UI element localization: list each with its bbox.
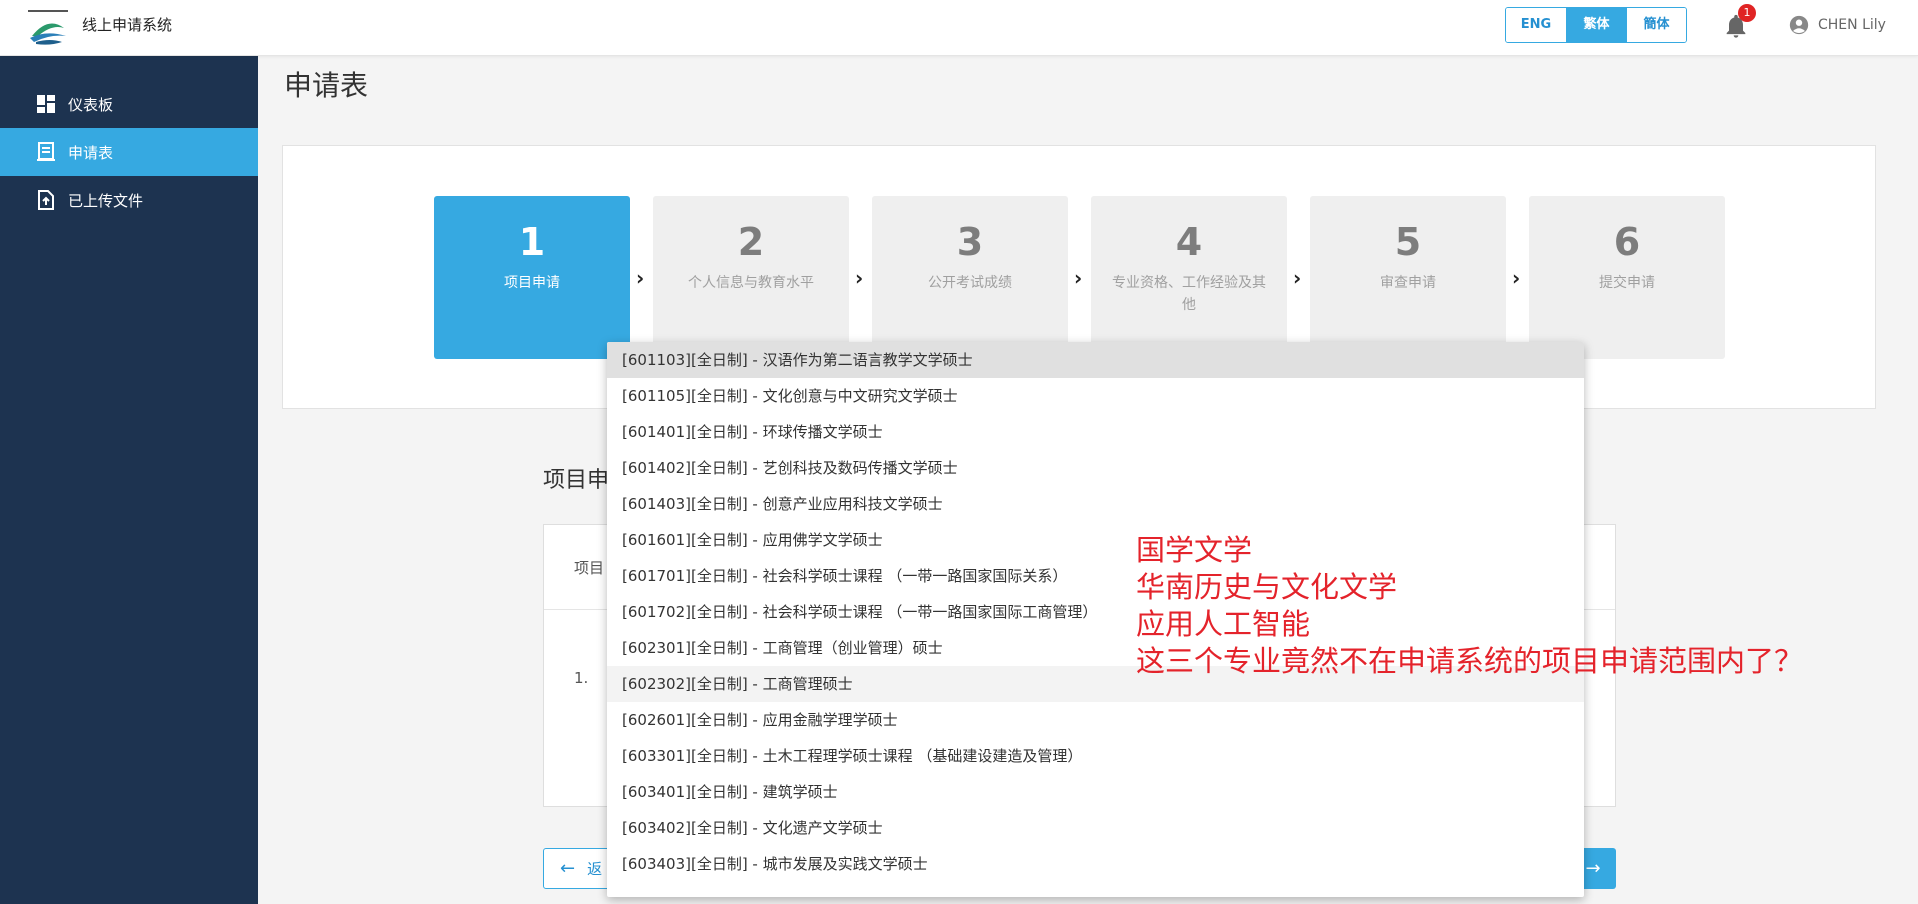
top-header: 线上申请系统 ENG 繁体 簡体 1 CHEN Lily — [0, 0, 1918, 56]
user-name: CHEN Lily — [1818, 17, 1886, 33]
chevron-right-icon: › — [1074, 266, 1083, 290]
step-label: 专业资格、工作经验及其他 — [1112, 275, 1266, 313]
dropdown-option[interactable]: [603403][全日制] - 城市发展及实践文学硕士 — [607, 846, 1584, 882]
step-number: 3 — [956, 220, 984, 264]
page-title: 申请表 — [284, 69, 369, 102]
red-annotation-text: 国学文学 华南历史与文化文学 应用人工智能 这三个专业竟然不在申请系统的项目申请… — [1136, 532, 1803, 680]
dashboard-icon — [37, 95, 55, 113]
step-2[interactable]: 2 个人信息与教育水平 — [653, 196, 849, 359]
chevron-right-icon: › — [1512, 266, 1521, 290]
step-4[interactable]: 4 专业资格、工作经验及其他 — [1091, 196, 1287, 359]
dropdown-option[interactable]: [603401][全日制] - 建筑学硕士 — [607, 774, 1584, 810]
step-3[interactable]: 3 公开考试成绩 — [872, 196, 1068, 359]
step-5[interactable]: 5 审查申请 — [1310, 196, 1506, 359]
step-number: 2 — [737, 220, 765, 264]
step-1[interactable]: 1 项目申请 — [434, 196, 630, 359]
step-label: 公开考试成绩 — [928, 275, 1012, 291]
chevron-right-icon: › — [1293, 266, 1302, 290]
annotation-line: 国学文学 — [1136, 533, 1253, 567]
annotation-line: 华南历史与文化文学 — [1136, 570, 1398, 604]
back-button-label: 返 — [587, 860, 603, 878]
step-number: 6 — [1613, 220, 1641, 264]
sidebar-item-uploaded-files[interactable]: 已上传文件 — [0, 176, 258, 224]
step-label: 项目申请 — [504, 275, 560, 291]
dropdown-option[interactable]: [601103][全日制] - 汉语作为第二语言教学文学硕士 — [607, 342, 1584, 378]
lang-traditional-button[interactable]: 繁体 — [1566, 8, 1626, 42]
annotation-line: 应用人工智能 — [1136, 607, 1311, 641]
step-label: 提交申请 — [1599, 275, 1655, 291]
row-number: 1. — [574, 669, 589, 687]
chevron-right-icon: › — [855, 266, 864, 290]
annotation-line: 这三个专业竟然不在申请系统的项目申请范围内了？ — [1136, 644, 1804, 678]
dropdown-option[interactable]: [601402][全日制] - 艺创科技及数码传播文学硕士 — [607, 450, 1584, 486]
sidebar-item-label: 申请表 — [68, 143, 114, 162]
dropdown-option[interactable]: [603402][全日制] - 文化遗产文学硕士 — [607, 810, 1584, 846]
step-6[interactable]: 6 提交申请 — [1529, 196, 1725, 359]
lang-simplified-button[interactable]: 簡体 — [1626, 8, 1686, 42]
form-icon — [37, 142, 55, 161]
app-title: 线上申请系统 — [82, 16, 173, 34]
section-heading: 项目申 — [543, 468, 610, 493]
dropdown-option[interactable]: [603301][全日制] - 土木工程理学硕士课程 （基础建设建造及管理） — [607, 738, 1584, 774]
chevron-right-icon: › — [636, 266, 645, 290]
dropdown-option[interactable]: [601105][全日制] - 文化创意与中文研究文学硕士 — [607, 378, 1584, 414]
column-header: 项目 — [574, 559, 605, 577]
step-number: 5 — [1394, 220, 1422, 264]
sidebar-item-label: 已上传文件 — [68, 191, 144, 210]
dropdown-option[interactable]: [602601][全日制] - 应用金融学理学硕士 — [607, 702, 1584, 738]
account-circle-icon — [1789, 15, 1809, 35]
sidebar-item-application-form[interactable]: 申请表 — [0, 128, 258, 176]
step-label: 审查申请 — [1380, 275, 1436, 291]
step-number: 1 — [518, 220, 546, 264]
language-switcher: ENG 繁体 簡体 — [1505, 7, 1687, 43]
dropdown-option[interactable]: [601403][全日制] - 创意产业应用科技文学硕士 — [607, 486, 1584, 522]
lang-eng-button[interactable]: ENG — [1506, 8, 1566, 42]
sidebar: 仪表板 申请表 已上传文件 — [0, 56, 258, 904]
dropdown-option[interactable]: [601401][全日制] - 环球传播文学硕士 — [607, 414, 1584, 450]
arrow-left-icon: ← — [560, 858, 576, 879]
arrow-right-icon: → — [1585, 858, 1601, 879]
sidebar-item-label: 仪表板 — [68, 95, 114, 114]
university-logo — [26, 8, 70, 45]
sidebar-item-dashboard[interactable]: 仪表板 — [0, 80, 258, 128]
upload-file-icon — [38, 190, 54, 210]
user-menu[interactable]: CHEN Lily — [1788, 14, 1886, 36]
step-number: 4 — [1175, 220, 1203, 264]
step-label: 个人信息与教育水平 — [688, 275, 814, 291]
notification-badge: 1 — [1738, 4, 1756, 22]
